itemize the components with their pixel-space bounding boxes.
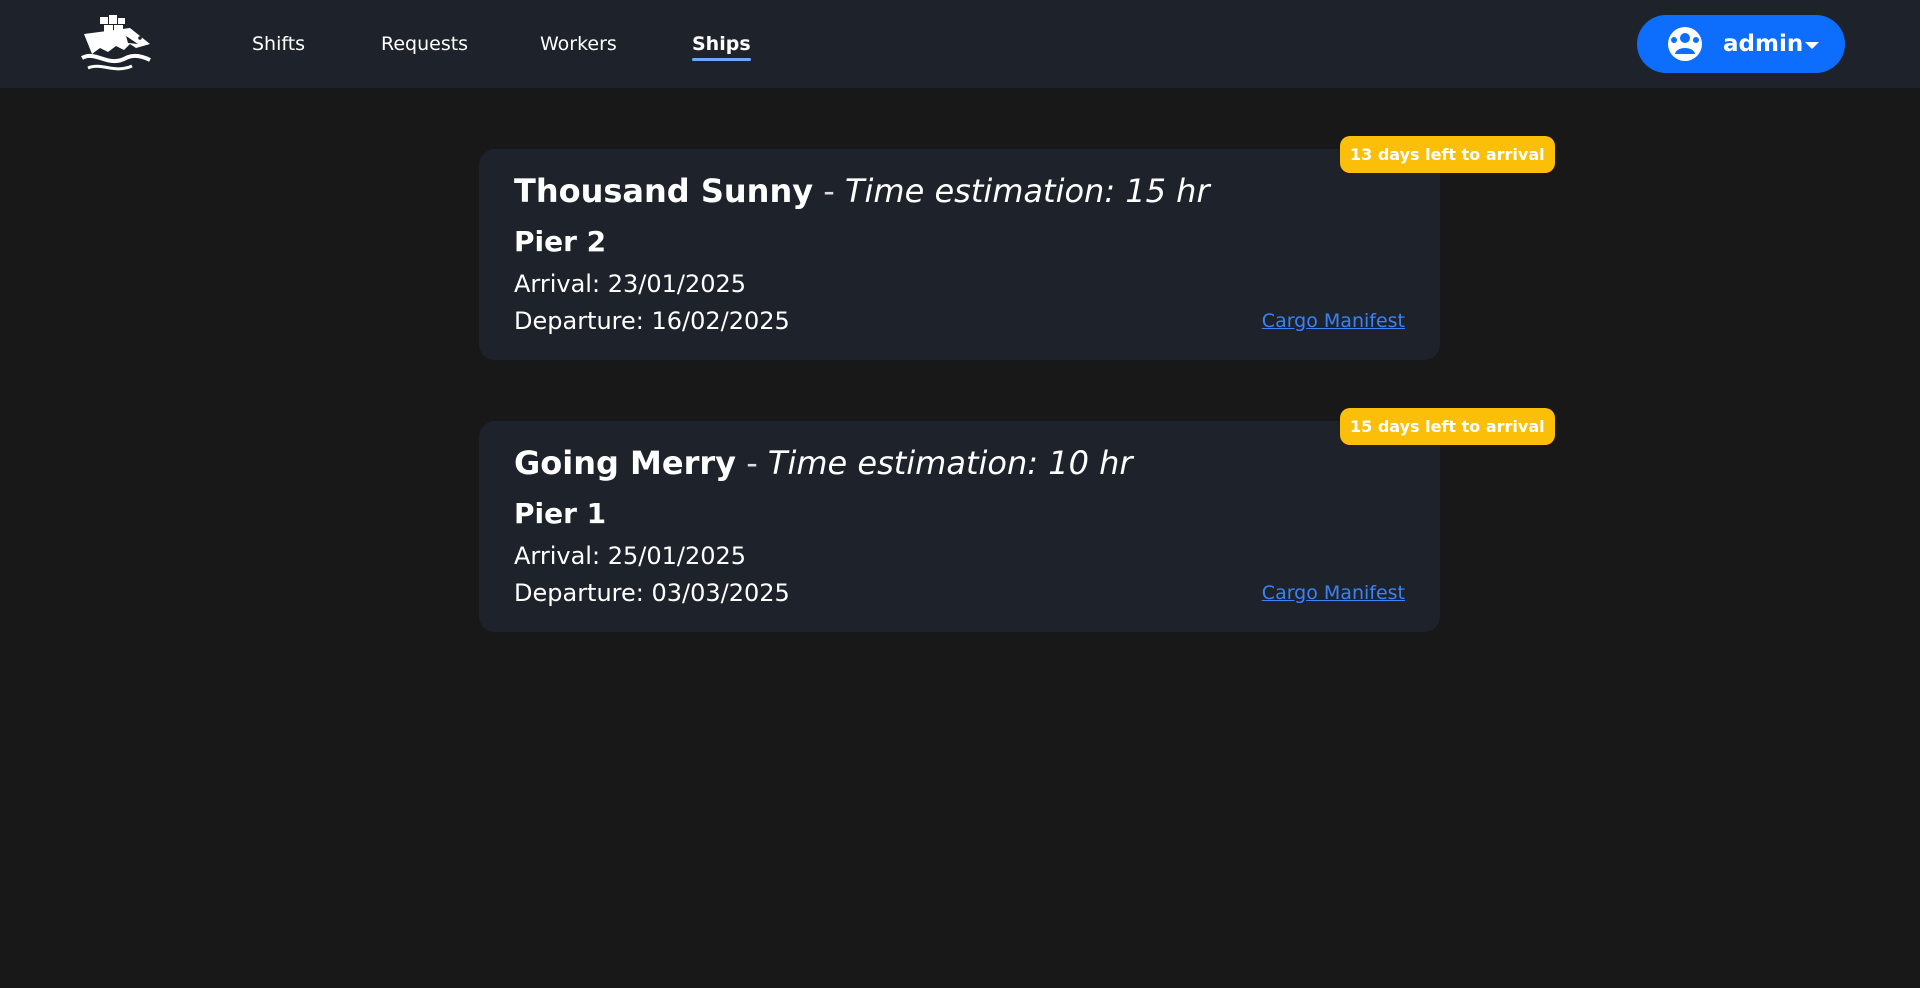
nav-link-workers[interactable]: Workers (540, 32, 617, 56)
nav-link-ships[interactable]: Ships (692, 32, 751, 61)
user-menu-button[interactable]: admin (1637, 15, 1845, 73)
ship-name: Thousand Sunny (514, 172, 814, 210)
ship-title: Thousand Sunny - Time estimation: 15 hr (514, 171, 1210, 211)
cargo-manifest-link[interactable]: Cargo Manifest (1262, 309, 1405, 333)
top-navbar: Shifts Requests Workers Ships admin (0, 0, 1920, 88)
ship-card: Going Merry - Time estimation: 10 hr Pie… (479, 421, 1440, 632)
arrival-date: Arrival: 25/01/2025 (514, 542, 747, 570)
pier-label: Pier 1 (514, 497, 607, 530)
ship-name: Going Merry (514, 444, 737, 482)
caret-down-icon (1805, 42, 1819, 49)
avatar-icon (1667, 26, 1703, 62)
ship-title: Going Merry - Time estimation: 10 hr (514, 443, 1133, 483)
departure-date: Departure: 16/02/2025 (514, 307, 790, 335)
time-estimation: Time estimation: 10 hr (767, 444, 1133, 482)
time-estimation: Time estimation: 15 hr (844, 172, 1210, 210)
nav-link-shifts[interactable]: Shifts (252, 32, 305, 56)
title-separator: - (813, 172, 845, 210)
arrival-date: Arrival: 23/01/2025 (514, 270, 747, 298)
user-name: admin (1723, 31, 1804, 57)
departure-date: Departure: 03/03/2025 (514, 579, 790, 607)
nav-link-requests[interactable]: Requests (381, 32, 468, 56)
title-separator: - (736, 444, 768, 482)
ship-card: Thousand Sunny - Time estimation: 15 hr … (479, 149, 1440, 360)
arrival-countdown-badge: 13 days left to arrival (1340, 136, 1555, 173)
ship-shark-logo-icon[interactable] (78, 14, 158, 74)
cargo-manifest-link[interactable]: Cargo Manifest (1262, 581, 1405, 605)
arrival-countdown-badge: 15 days left to arrival (1340, 408, 1555, 445)
pier-label: Pier 2 (514, 225, 607, 258)
